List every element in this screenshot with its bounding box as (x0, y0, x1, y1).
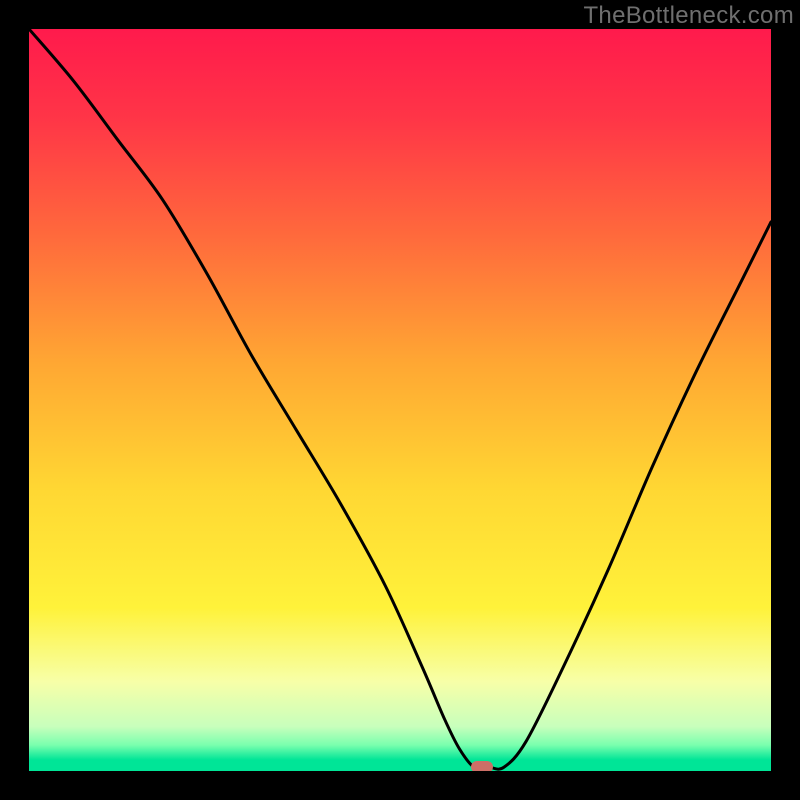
plot-area (29, 29, 771, 771)
chart-frame: TheBottleneck.com (0, 0, 800, 800)
gradient-background (29, 29, 771, 771)
watermark-text: TheBottleneck.com (583, 2, 794, 30)
optimal-point-marker (471, 761, 493, 771)
